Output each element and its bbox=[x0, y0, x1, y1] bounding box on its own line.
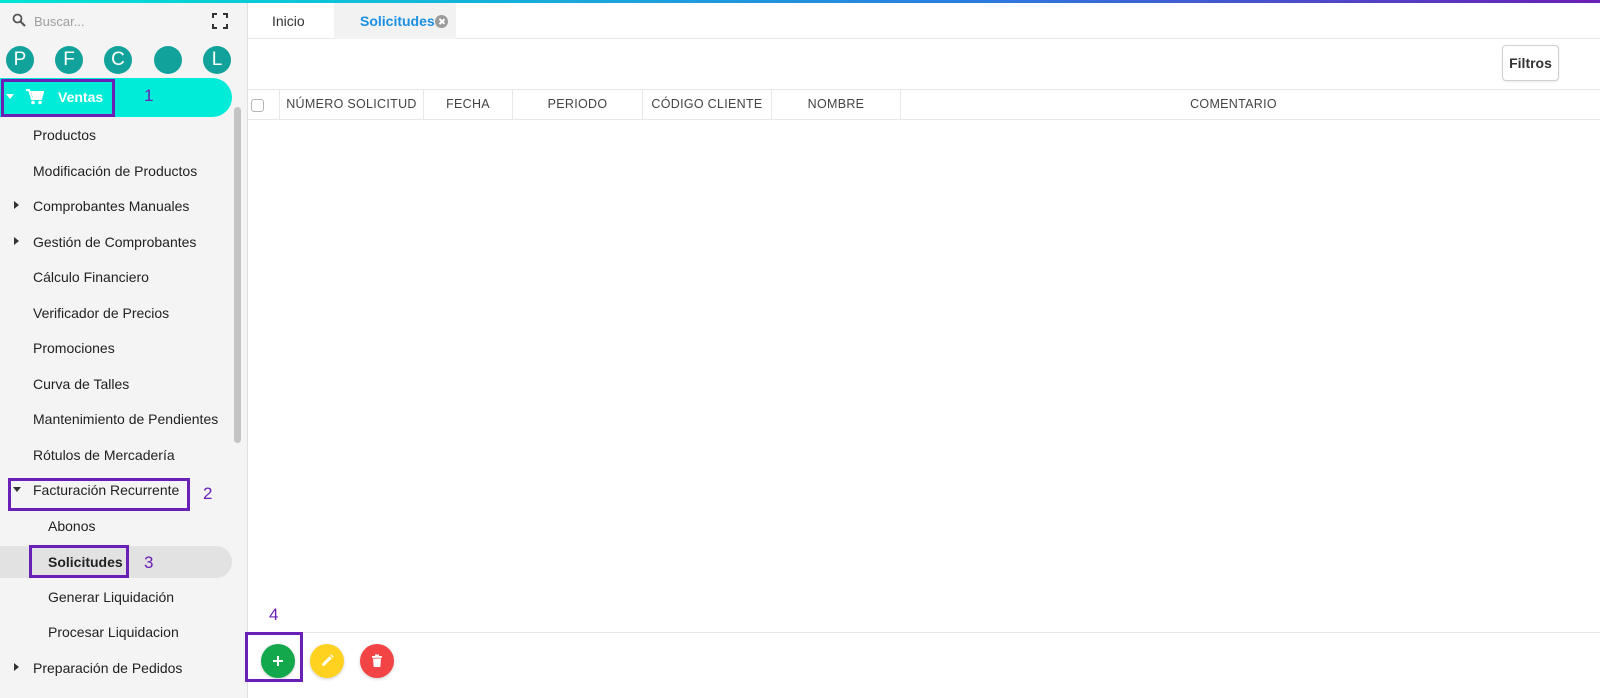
trash-icon bbox=[372, 654, 382, 667]
search-input[interactable] bbox=[34, 10, 194, 32]
add-button[interactable] bbox=[261, 644, 295, 678]
sidebar-item-label: Verificador de Precios bbox=[33, 305, 170, 321]
sidebar-item-generar-liquidacion[interactable]: Generar Liquidación bbox=[0, 580, 232, 615]
sidebar: P F C L Ventas Productos Modificación de… bbox=[0, 3, 248, 698]
pencil-icon bbox=[322, 654, 334, 666]
caret-right-icon bbox=[14, 663, 19, 671]
sidebar-item-label: Modificación de Productos bbox=[33, 163, 198, 179]
sidebar-item-curva-talles[interactable]: Curva de Talles bbox=[0, 367, 232, 402]
sidebar-item-label: Abonos bbox=[48, 518, 96, 534]
sidebar-item-label: Preparación de Pedidos bbox=[33, 660, 183, 676]
fullscreen-icon[interactable] bbox=[212, 13, 228, 29]
sidebar-item-label: Generar Liquidación bbox=[48, 589, 175, 605]
action-bar bbox=[248, 632, 1600, 698]
annotation-number-1: 1 bbox=[144, 86, 154, 105]
tab-label: Inicio bbox=[272, 13, 305, 29]
annotation-number-2: 2 bbox=[203, 484, 213, 503]
sidebar-item-label: Mantenimiento de Pendientes bbox=[33, 411, 219, 427]
select-all-checkbox[interactable] bbox=[251, 99, 264, 112]
sidebar-item-comprobantes-manuales[interactable]: Comprobantes Manuales bbox=[0, 189, 232, 224]
sidebar-item-label: Procesar Liquidacion bbox=[48, 624, 179, 640]
annotation-number-4: 4 bbox=[269, 605, 279, 624]
sidebar-item-label: Facturación Recurrente bbox=[33, 482, 180, 498]
sidebar-item-abonos[interactable]: Abonos bbox=[0, 509, 232, 544]
column-header-numero-solicitud[interactable]: NÚMERO SOLICITUD bbox=[280, 90, 424, 119]
tab-inicio[interactable]: Inicio bbox=[248, 3, 334, 39]
tab-label: Solicitudes bbox=[360, 13, 435, 29]
column-header-fecha[interactable]: FECHA bbox=[424, 90, 513, 119]
sidebar-item-label: Promociones bbox=[33, 340, 115, 356]
avatar-p[interactable]: P bbox=[6, 46, 34, 74]
search-icon bbox=[12, 13, 26, 27]
annotation-number-3: 3 bbox=[144, 553, 154, 572]
sidebar-item-label: Gestión de Comprobantes bbox=[33, 234, 197, 250]
main-content: Inicio Solicitudes Filtros NÚMERO SOLICI… bbox=[248, 3, 1600, 698]
column-header-nombre[interactable]: NOMBRE bbox=[772, 90, 901, 119]
sidebar-item-label: Rótulos de Mercadería bbox=[33, 447, 175, 463]
filtros-button[interactable]: Filtros bbox=[1502, 45, 1559, 81]
sidebar-item-verificador-precios[interactable]: Verificador de Precios bbox=[0, 296, 232, 331]
sidebar-item-label: Solicitudes bbox=[48, 554, 123, 570]
sidebar-item-calculo-financiero[interactable]: Cálculo Financiero bbox=[0, 260, 232, 295]
sidebar-item-preparacion-pedidos[interactable]: Preparación de Pedidos bbox=[0, 651, 232, 686]
plus-icon bbox=[273, 656, 283, 666]
sidebar-item-procesar-liquidacion[interactable]: Procesar Liquidacion bbox=[0, 615, 232, 650]
table-header: NÚMERO SOLICITUD FECHA PERIODO CÓDIGO CL… bbox=[248, 89, 1600, 120]
delete-button[interactable] bbox=[360, 644, 394, 678]
sidebar-item-gestion-comprobantes[interactable]: Gestión de Comprobantes bbox=[0, 225, 232, 260]
sidebar-item-label: Productos bbox=[33, 127, 97, 143]
sidebar-item-label: Ventas bbox=[58, 89, 104, 105]
edit-button[interactable] bbox=[310, 644, 344, 678]
tab-bar: Inicio Solicitudes bbox=[248, 3, 1600, 39]
shopping-cart-icon bbox=[26, 89, 44, 105]
sidebar-item-facturacion-recurrente[interactable]: Facturación Recurrente bbox=[0, 473, 232, 508]
sidebar-item-mantenimiento-pendientes[interactable]: Mantenimiento de Pendientes bbox=[0, 402, 232, 437]
avatar-c[interactable]: C bbox=[104, 46, 132, 74]
tab-solicitudes[interactable]: Solicitudes bbox=[334, 3, 456, 39]
avatar-blank[interactable] bbox=[154, 46, 182, 74]
caret-down-icon bbox=[6, 94, 14, 99]
sidebar-item-rotulos-mercaderia[interactable]: Rótulos de Mercadería bbox=[0, 438, 232, 473]
sidebar-item-label: Comprobantes Manuales bbox=[33, 198, 190, 214]
sidebar-item-label: Curva de Talles bbox=[33, 376, 130, 392]
sidebar-item-modificacion-productos[interactable]: Modificación de Productos bbox=[0, 154, 232, 189]
avatar-f[interactable]: F bbox=[55, 46, 83, 74]
column-header-comentario[interactable]: COMENTARIO bbox=[901, 90, 1566, 119]
sidebar-scrollbar[interactable] bbox=[234, 107, 241, 443]
search-row bbox=[0, 3, 247, 39]
avatar-row: P F C L bbox=[0, 44, 247, 78]
sidebar-item-productos[interactable]: Productos bbox=[0, 118, 232, 153]
sidebar-item-label: Cálculo Financiero bbox=[33, 269, 149, 285]
caret-down-icon bbox=[13, 487, 21, 492]
column-header-codigo-cliente[interactable]: CÓDIGO CLIENTE bbox=[643, 90, 772, 119]
avatar-l[interactable]: L bbox=[203, 46, 231, 74]
select-all-cell bbox=[248, 90, 280, 119]
close-icon[interactable] bbox=[435, 15, 448, 28]
sidebar-item-promociones[interactable]: Promociones bbox=[0, 331, 232, 366]
column-header-periodo[interactable]: PERIODO bbox=[513, 90, 643, 119]
caret-right-icon bbox=[14, 201, 19, 209]
sidebar-item-ventas[interactable]: Ventas bbox=[0, 78, 232, 117]
sidebar-item-solicitudes[interactable]: Solicitudes bbox=[0, 546, 232, 578]
caret-right-icon bbox=[14, 237, 19, 245]
